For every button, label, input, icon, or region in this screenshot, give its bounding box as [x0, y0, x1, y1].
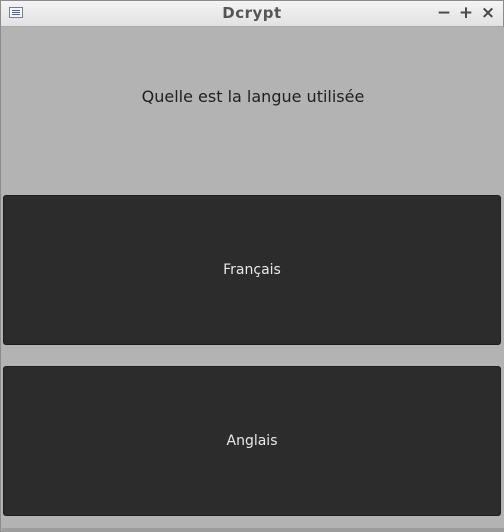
window-controls: − + ×: [435, 3, 497, 23]
window-title: Dcrypt: [222, 4, 282, 22]
app-window: Dcrypt − + × Quelle est la langue utilis…: [0, 0, 504, 532]
maximize-button[interactable]: +: [457, 3, 475, 23]
close-button[interactable]: ×: [479, 3, 497, 23]
main-content: Quelle est la langue utilisée Français A…: [2, 27, 504, 532]
title-bar[interactable]: Dcrypt − + ×: [1, 1, 503, 27]
french-button[interactable]: Français: [3, 195, 501, 345]
french-button-label: Français: [223, 262, 281, 278]
question-label: Quelle est la langue utilisée: [141, 87, 365, 106]
english-button-label: Anglais: [226, 433, 278, 449]
english-button[interactable]: Anglais: [3, 366, 501, 516]
bottom-border: [2, 528, 504, 532]
minimize-button[interactable]: −: [435, 3, 453, 23]
